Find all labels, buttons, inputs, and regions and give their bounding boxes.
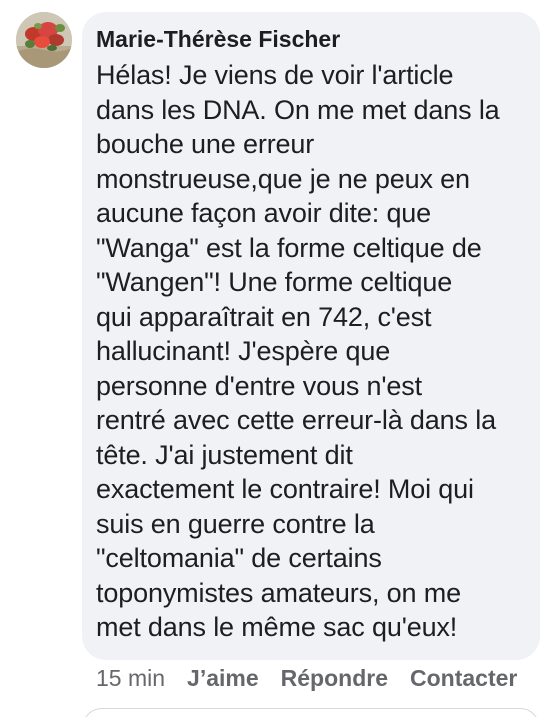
- comment-line: aucune façon avoir dite: que: [96, 198, 432, 228]
- avatar[interactable]: [16, 12, 72, 68]
- comment-line: hallucinant! J'espère que: [96, 336, 391, 366]
- comment-line: qui apparaîtrait en 742, c'est: [96, 301, 432, 332]
- comment-line: dans les DNA. On me met dans la: [96, 94, 500, 125]
- comment-text: Hélas! Je viens de voir l'article dans l…: [96, 58, 526, 645]
- comment-line: suis en guerre contre la: [96, 508, 375, 539]
- comment-line: "celtomania" de certains: [96, 543, 382, 573]
- comment-line: "Wangen"! Une forme celtique: [96, 267, 453, 297]
- profile-photo-icon: [16, 12, 72, 68]
- comment-line: toponymistes amateurs, on me: [96, 577, 461, 608]
- comment-line: tête. J'ai justement dit: [96, 439, 353, 470]
- comment-line: personne d'entre vous n'est: [96, 370, 422, 401]
- comment-line: monstrueuse,que je ne peux en: [96, 163, 470, 194]
- comment-line: rentré avec cette erreur-là dans la: [96, 405, 496, 435]
- reply-button[interactable]: Répondre: [281, 663, 388, 693]
- comment-bubble: Marie-Thérèse Fischer Hélas! Je viens de…: [82, 12, 540, 660]
- comment-line: met dans le même sac qu'eux!: [96, 612, 458, 642]
- comment-author[interactable]: Marie-Thérèse Fischer: [96, 24, 526, 54]
- comment-actions: 15 min J’aime Répondre Contacter: [96, 663, 517, 693]
- reply-input[interactable]: [82, 708, 540, 717]
- like-button[interactable]: J’aime: [187, 663, 259, 693]
- comment-view: Marie-Thérèse Fischer Hélas! Je viens de…: [0, 0, 546, 717]
- comment-line: Hélas! Je viens de voir l'article: [96, 60, 454, 90]
- comment-line: bouche une erreur: [96, 129, 315, 159]
- comment-line: "Wanga" est la forme celtique de: [96, 232, 482, 263]
- contact-button[interactable]: Contacter: [410, 663, 517, 693]
- comment-timestamp[interactable]: 15 min: [96, 663, 165, 693]
- comment-line: exactement le contraire! Moi qui: [96, 474, 474, 504]
